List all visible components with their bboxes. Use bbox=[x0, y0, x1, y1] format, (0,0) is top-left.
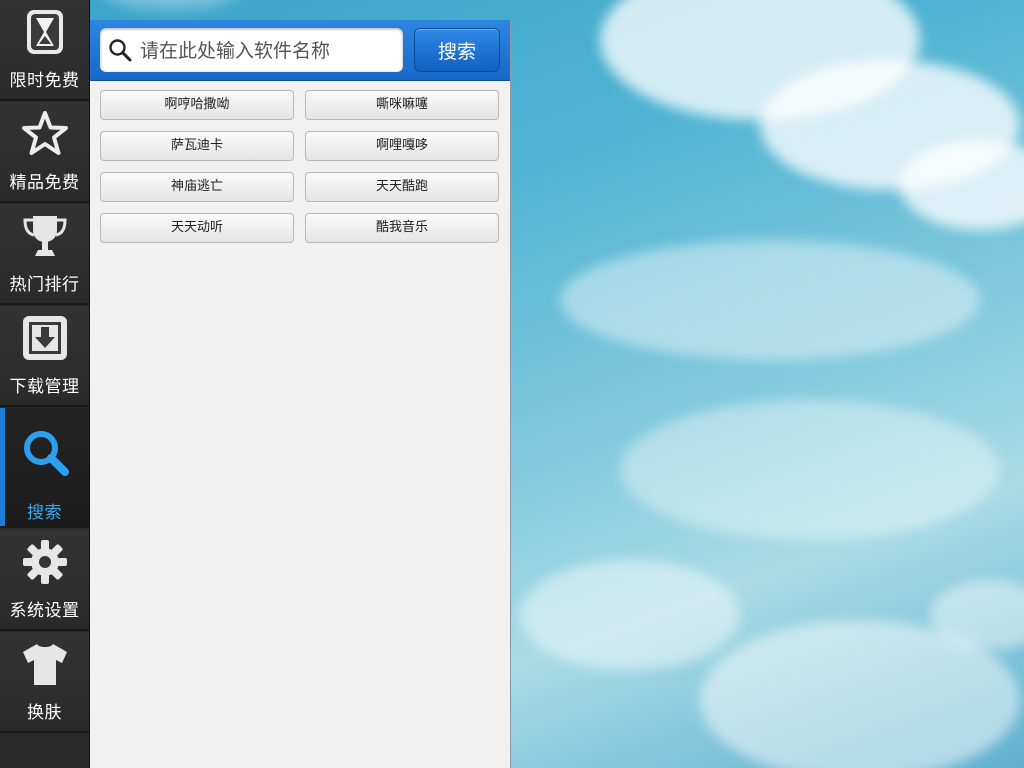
sidebar-item-label: 精品免费 bbox=[9, 173, 80, 193]
sidebar-item-label: 系统设置 bbox=[9, 601, 80, 621]
sidebar-item-hot-ranking[interactable]: 热门排行 bbox=[0, 204, 89, 305]
search-button[interactable]: 搜索 bbox=[414, 28, 500, 72]
sidebar-item-label: 搜索 bbox=[27, 503, 62, 523]
sidebar-item-premium-free[interactable]: 精品免费 bbox=[0, 102, 89, 203]
sidebar-item-change-skin[interactable]: 换肤 bbox=[0, 632, 89, 733]
magnifier-icon bbox=[109, 39, 132, 62]
search-tag[interactable]: 神庙逃亡 bbox=[100, 172, 294, 202]
hourglass-icon bbox=[27, 10, 63, 54]
download-icon bbox=[23, 316, 67, 360]
sidebar-item-limited-free[interactable]: 限时免费 bbox=[0, 0, 89, 101]
search-header: 搜索 bbox=[90, 20, 510, 81]
star-icon bbox=[22, 111, 68, 155]
gear-icon bbox=[23, 540, 67, 584]
sidebar-nav: 限时免费 精品免费 热门排行 下载管理 搜索 系统设置 换肤 bbox=[0, 0, 90, 768]
sidebar-item-label: 热门排行 bbox=[9, 275, 80, 295]
search-box[interactable] bbox=[100, 28, 403, 74]
search-tag[interactable]: 酷我音乐 bbox=[305, 213, 499, 243]
sidebar-item-label: 限时免费 bbox=[9, 71, 80, 91]
sidebar-item-label: 下载管理 bbox=[9, 377, 80, 397]
search-panel: 搜索 啊哼哈撒呦 嘶咪嘛噻 萨瓦迪卡 啊哩嘎哆 神庙逃亡 天天酷跑 天天动听 酷… bbox=[90, 20, 511, 768]
search-input[interactable] bbox=[138, 28, 400, 74]
search-tag[interactable]: 萨瓦迪卡 bbox=[100, 131, 294, 161]
sidebar-item-label: 换肤 bbox=[27, 703, 62, 723]
sidebar-item-settings[interactable]: 系统设置 bbox=[0, 530, 89, 631]
trophy-icon bbox=[23, 216, 67, 256]
sidebar-item-download-manager[interactable]: 下载管理 bbox=[0, 306, 89, 407]
sidebar-item-search[interactable]: 搜索 bbox=[0, 408, 89, 528]
search-tag[interactable]: 天天动听 bbox=[100, 213, 294, 243]
search-tag[interactable]: 嘶咪嘛噻 bbox=[305, 90, 499, 120]
search-tag[interactable]: 啊哩嘎哆 bbox=[305, 131, 499, 161]
tshirt-icon bbox=[23, 644, 67, 685]
search-tag[interactable]: 啊哼哈撒呦 bbox=[100, 90, 294, 120]
search-tag[interactable]: 天天酷跑 bbox=[305, 172, 499, 202]
search-icon bbox=[24, 431, 69, 476]
